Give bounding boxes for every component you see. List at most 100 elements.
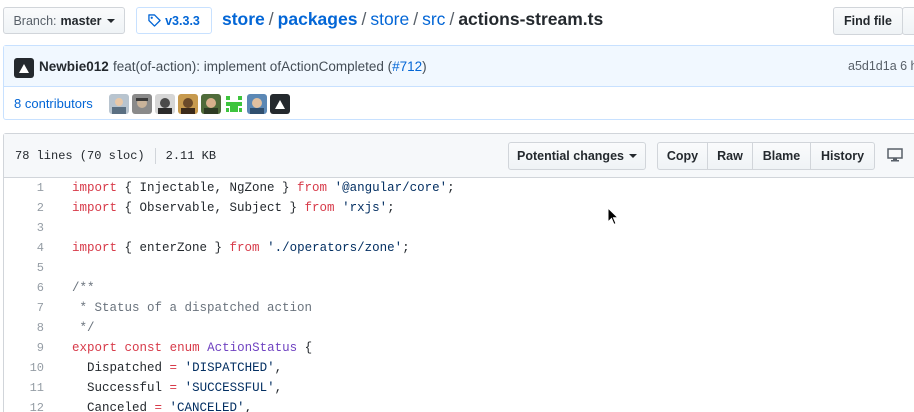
latest-commit: Newbie012 feat(of-action): implement ofA… [4,46,914,87]
code-token: { [297,341,313,355]
line-content: */ [72,318,95,338]
line-content: export const enum ActionStatus { [72,338,312,358]
line-number[interactable]: 10 [4,358,44,378]
potential-changes-label: Potential changes [517,149,624,163]
branch-name: master [60,13,102,28]
mouse-cursor-icon [607,207,619,226]
code-line: 8 */ [4,318,914,338]
code-token: './operators/zone' [267,241,403,255]
line-content: /** [72,278,95,298]
code-token: 'rxjs' [342,201,388,215]
line-number[interactable]: 8 [4,318,44,338]
code-token: */ [72,321,95,335]
user-avatar-icon [109,94,129,114]
code-line: 11 Successful = 'SUCCESSFUL', [4,378,914,398]
file-size: 2.11 KB [165,149,217,164]
breadcrumb-src[interactable]: src [422,9,445,29]
code-token: , [274,361,283,375]
commit-message[interactable]: feat(of-action): implement ofActionCompl… [113,59,427,74]
code-token: ; [402,241,410,255]
contributors-label: contributors [24,96,93,111]
code-line: 10 Dispatched = 'DISPATCHED', [4,358,914,378]
code-token: , [244,401,253,412]
contributor-avatar[interactable] [224,94,244,114]
contributors-link[interactable]: 8 contributors [14,96,93,111]
commit-message-end: ) [422,59,427,74]
line-number[interactable]: 6 [4,278,44,298]
code-line: 12 Canceled = 'CANCELED', [4,398,914,412]
commit-author[interactable]: Newbie012 [39,59,109,74]
line-number[interactable]: 9 [4,338,44,358]
commit-pr-link[interactable]: #712 [392,59,422,74]
code-token: = [154,401,163,412]
code-line: 4 import { enterZone } from './operators/… [4,238,914,258]
tag-button[interactable]: v3.3.3 [136,7,212,34]
contributor-avatar[interactable] [247,94,267,114]
history-button[interactable]: History [810,142,875,170]
user-avatar-icon [201,94,221,114]
code-line: 6 /** [4,278,914,298]
line-number[interactable]: 2 [4,198,44,218]
line-number[interactable]: 5 [4,258,44,278]
code-token: ; [447,181,455,195]
breadcrumb-packages[interactable]: packages [278,9,358,29]
breadcrumb-filename: actions-stream.ts [458,9,604,29]
line-content: import { enterZone } from './operators/z… [72,238,410,258]
code-token: const [124,341,163,355]
file-info: 78 lines (70 sloc) 2.11 KB [15,148,216,164]
identicon-icon [224,94,244,114]
code-token: export [72,341,118,355]
commit-message-text: feat(of-action): implement ofActionCompl… [113,59,393,74]
code-token: , [274,381,283,395]
contributor-avatar[interactable] [201,94,221,114]
blame-button[interactable]: Blame [752,142,811,170]
line-number[interactable]: 12 [4,398,44,412]
breadcrumb-separator: / [449,9,455,29]
line-content: Successful = 'SUCCESSFUL', [72,378,282,398]
code-token: Canceled [72,401,155,412]
code-token: * Status of a dispatched action [72,301,313,315]
commit-author-avatar[interactable] [14,58,34,78]
commit-sha[interactable]: a5d1d1a 6 h [848,59,914,73]
code-token: from [304,201,335,215]
divider [154,148,156,164]
find-file-button[interactable]: Find file [833,7,903,35]
line-number[interactable]: 1 [4,178,44,198]
code-token: import [72,181,118,195]
breadcrumb-store[interactable]: store [370,9,409,29]
code-line: 1 import { Injectable, NgZone } from '@an… [4,178,914,198]
code-token: import [72,241,118,255]
line-content: * Status of a dispatched action [72,298,313,318]
raw-button[interactable]: Raw [707,142,753,170]
potential-changes-button[interactable]: Potential changes [508,142,646,170]
code-token: { Injectable, NgZone } [117,181,298,195]
code-token: Dispatched [72,361,170,375]
breadcrumb-repo[interactable]: store [222,9,265,29]
line-number[interactable]: 11 [4,378,44,398]
contributor-avatar[interactable] [270,94,290,114]
line-number[interactable]: 3 [4,218,44,238]
desktop-icon[interactable] [887,148,903,162]
user-avatar-icon [178,94,198,114]
contributor-avatar[interactable] [155,94,175,114]
code-line: 3 [4,218,914,238]
copy-button[interactable]: Copy [657,142,708,170]
code-token: 'DISPATCHED' [184,361,275,375]
code-token: 'CANCELED' [169,401,245,412]
contributor-avatar[interactable] [132,94,152,114]
contributor-avatar[interactable] [178,94,198,114]
contributor-avatar[interactable] [109,94,129,114]
line-number[interactable]: 4 [4,238,44,258]
branch-select-button[interactable]: Branch: master [3,7,125,34]
clipboard-path-button[interactable] [902,7,914,35]
file-viewer: 78 lines (70 sloc) 2.11 KB Potential chan… [3,133,914,412]
line-number[interactable]: 7 [4,298,44,318]
code-line: 5 [4,258,914,278]
breadcrumb-separator: / [361,9,367,29]
triangle-logo-icon [275,99,285,109]
